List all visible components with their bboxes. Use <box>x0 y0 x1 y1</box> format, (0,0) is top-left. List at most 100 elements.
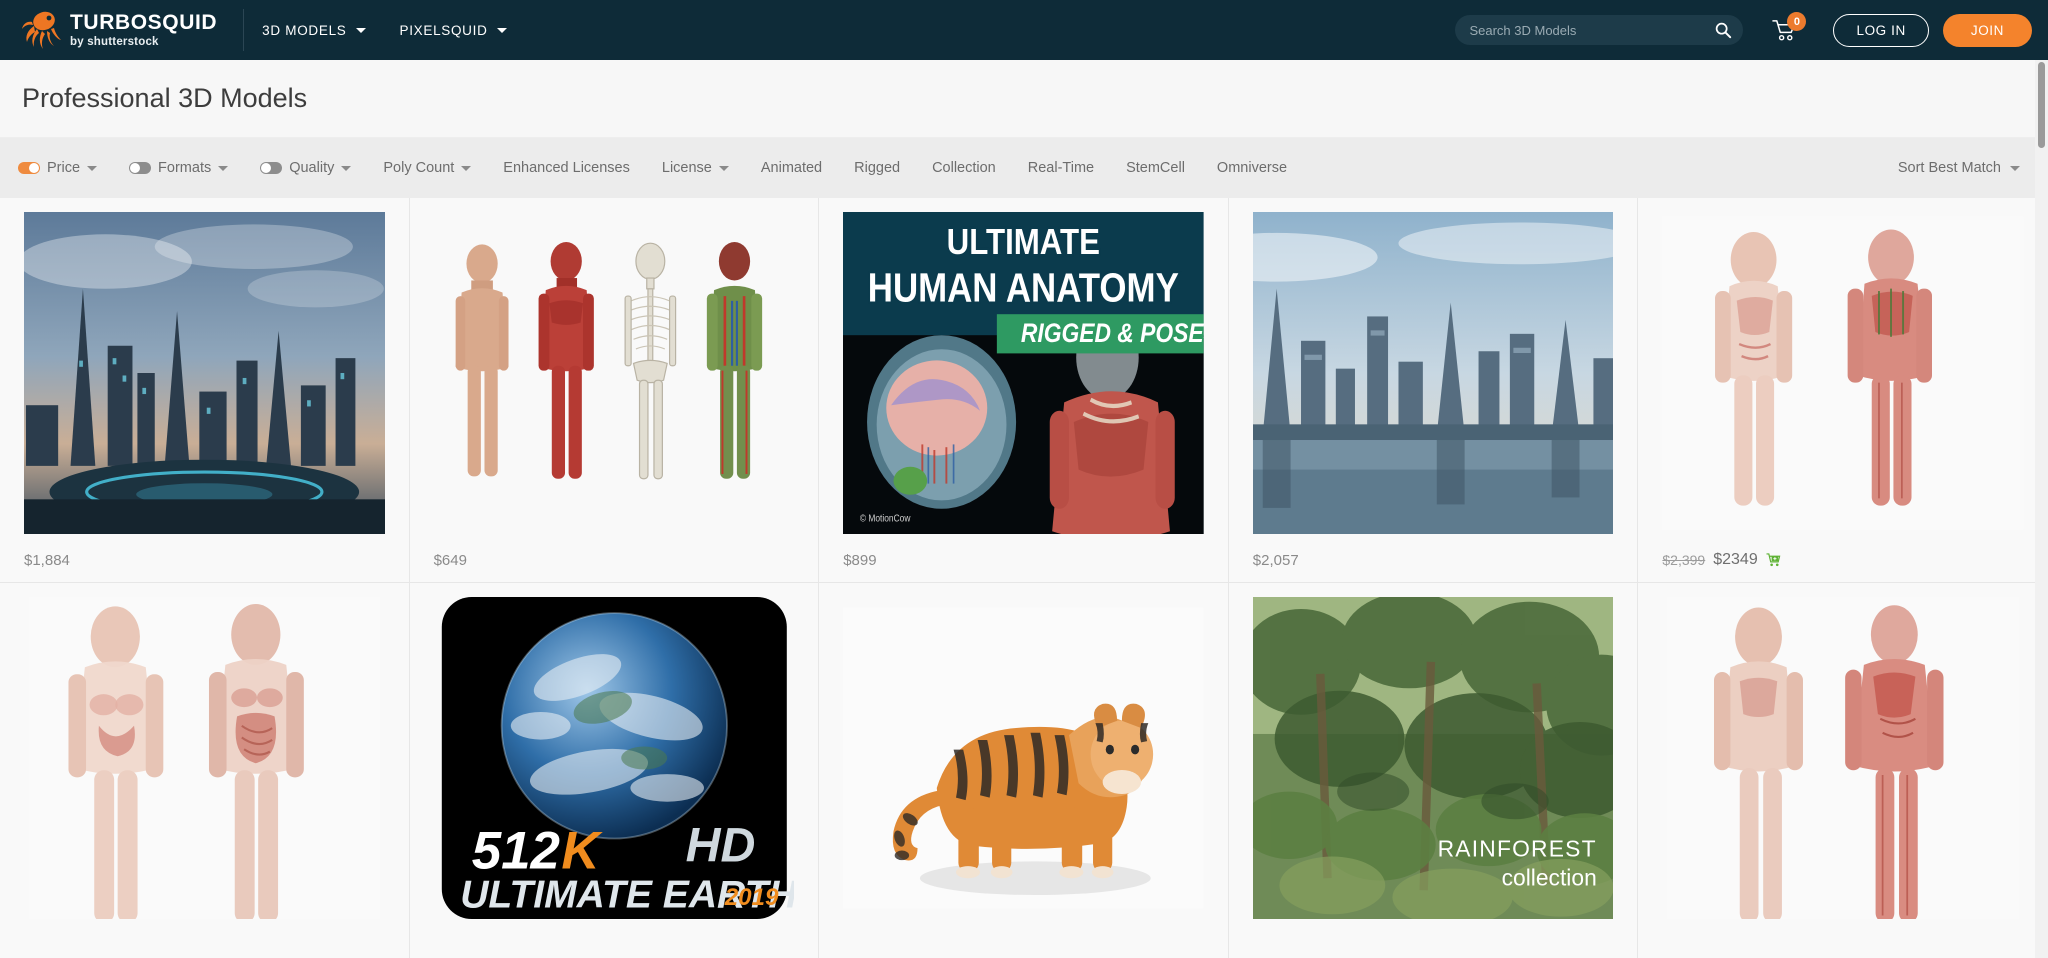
product-card-futuristic-city-night[interactable]: $1,884 <box>0 198 410 583</box>
product-card-anatomy-internal-organs[interactable] <box>0 583 410 958</box>
filter-quality[interactable]: Quality <box>260 160 352 176</box>
page-title-bar: Professional 3D Models <box>0 60 2048 138</box>
filter-real-time[interactable]: Real-Time <box>1028 160 1094 176</box>
product-thumbnail <box>819 583 1228 923</box>
svg-text:RIGGED & POSES: RIGGED & POSES <box>1021 320 1204 349</box>
product-thumbnail <box>0 583 409 923</box>
site-header: TURBOSQUID by shutterstock 3D MODELS PIX… <box>0 0 2048 60</box>
join-button[interactable]: JOIN <box>1942 13 2032 47</box>
squid-icon <box>22 8 62 52</box>
chevron-down-icon <box>218 165 229 171</box>
product-price-row: $899 <box>819 538 1228 582</box>
filter-enhanced-licenses[interactable]: Enhanced Licenses <box>503 160 630 176</box>
filter-stemcell[interactable]: StemCell <box>1126 160 1185 176</box>
product-price-row: $1,884 <box>0 538 409 582</box>
filter-license[interactable]: License <box>662 160 729 176</box>
filter-label: Formats <box>158 160 212 176</box>
filter-label: Quality <box>289 160 335 176</box>
product-grid: $1,884 $649 RIGGED & POSES ULTIMATE HUMA… <box>0 198 2048 958</box>
filter-label: Poly Count <box>383 160 455 176</box>
header-actions: 0 LOG IN JOIN <box>1455 0 2032 60</box>
product-card-ultimate-human-anatomy[interactable]: RIGGED & POSES ULTIMATE HUMAN ANATOMY © … <box>819 198 1229 583</box>
product-thumbnail <box>1638 198 2048 538</box>
svg-text:HD: HD <box>685 819 755 873</box>
chevron-down-icon <box>341 165 352 171</box>
page-title: Professional 3D Models <box>22 83 308 113</box>
svg-text:RAINFOREST: RAINFOREST <box>1437 836 1596 862</box>
product-card-anatomy-muscular-pair[interactable] <box>1638 583 2048 958</box>
product-card-human-anatomy-figures[interactable]: $649 <box>409 198 820 583</box>
toggle-switch[interactable] <box>18 162 40 174</box>
filter-bar: Price Formats Quality Poly Count Enhanced Li… <box>0 138 2048 198</box>
filter-label: Rigged <box>854 160 901 176</box>
product-price-row: $649 <box>410 538 819 582</box>
header-divider <box>243 9 245 51</box>
nav-item-3d-models[interactable]: 3D MODELS <box>262 22 366 38</box>
nav-item-pixelsquid[interactable]: PIXELSQUID <box>400 23 507 38</box>
svg-text:2019: 2019 <box>723 884 778 911</box>
product-price-original: $2,399 <box>1662 552 1706 568</box>
filter-animated[interactable]: Animated <box>761 160 822 176</box>
nav-label: PIXELSQUID <box>399 22 488 38</box>
logo-title: TURBOSQUID <box>70 11 218 34</box>
logo-subtitle: by shutterstock <box>70 36 159 48</box>
product-thumbnail: 512 K HD ULTIMATE EARTH 2019 <box>410 583 819 923</box>
login-button[interactable]: LOG IN <box>1833 13 1929 47</box>
product-price-row <box>0 923 409 958</box>
filter-poly-count[interactable]: Poly Count <box>383 160 472 176</box>
search-input[interactable] <box>1469 22 1700 38</box>
filter-formats[interactable]: Formats <box>129 160 229 176</box>
chevron-down-icon <box>2010 165 2020 171</box>
svg-text:collection: collection <box>1501 864 1596 890</box>
filter-label: Collection <box>932 160 996 176</box>
toggle-switch[interactable] <box>260 162 283 174</box>
product-thumbnail: RAINFOREST collection <box>1229 583 1638 923</box>
product-price-row <box>1638 923 2048 958</box>
filter-price[interactable]: Price <box>18 160 98 176</box>
toggle-switch[interactable] <box>129 162 152 174</box>
svg-text:HUMAN ANATOMY: HUMAN ANATOMY <box>868 266 1179 311</box>
chevron-down-icon <box>718 165 729 171</box>
product-price: $2349 <box>1713 551 1758 568</box>
filter-label: Price <box>47 160 81 176</box>
svg-text:ULTIMATE: ULTIMATE <box>947 222 1100 263</box>
chevron-down-icon <box>355 27 366 33</box>
product-price-row <box>410 923 819 958</box>
cart-count-badge: 0 <box>1787 12 1807 31</box>
product-thumbnail <box>1229 198 1638 538</box>
product-price: $1,884 <box>24 551 70 569</box>
filter-rigged[interactable]: Rigged <box>854 160 900 176</box>
logo[interactable]: TURBOSQUID by shutterstock <box>0 8 217 52</box>
filter-label: Real-Time <box>1027 160 1095 176</box>
filter-collection[interactable]: Collection <box>932 160 996 176</box>
search-icon[interactable] <box>1713 20 1733 40</box>
filter-omniverse[interactable]: Omniverse <box>1217 160 1287 176</box>
product-card-bengal-tiger[interactable] <box>819 583 1229 958</box>
sort-dropdown[interactable]: Sort Best Match <box>1898 160 2020 176</box>
filter-label: License <box>661 160 712 176</box>
add-to-cart-icon[interactable] <box>1766 553 1781 567</box>
filter-label: StemCell <box>1126 160 1185 176</box>
scrollbar-track[interactable] <box>2035 60 2048 958</box>
product-price: $2,057 <box>1252 551 1299 569</box>
product-card-anatomy-male-female-pair[interactable]: $2,399 $2349 <box>1638 198 2048 583</box>
filter-label: Animated <box>760 160 823 176</box>
scrollbar-thumb[interactable] <box>2038 62 2045 148</box>
product-thumbnail: RIGGED & POSES ULTIMATE HUMAN ANATOMY © … <box>819 198 1228 538</box>
product-thumbnail <box>1638 583 2048 923</box>
product-price-row <box>819 923 1228 958</box>
product-thumbnail <box>0 198 409 538</box>
filter-label: Omniverse <box>1216 160 1288 176</box>
product-card-ultimate-earth-512k[interactable]: 512 K HD ULTIMATE EARTH 2019 <box>409 583 820 958</box>
nav-label: 3D MODELS <box>262 22 347 38</box>
product-card-rainforest-collection[interactable]: RAINFOREST collection <box>1228 583 1639 958</box>
search-box[interactable] <box>1455 15 1744 45</box>
chevron-down-icon <box>461 165 472 171</box>
product-price-row: $2,399 $2349 <box>1638 538 2048 582</box>
cart-button[interactable]: 0 <box>1769 12 1807 45</box>
svg-text:512: 512 <box>471 821 559 880</box>
chevron-down-icon <box>496 27 507 33</box>
product-price: $899 <box>843 551 877 569</box>
sort-label: Sort Best Match <box>1897 160 2001 176</box>
product-card-futuristic-city-waterfront[interactable]: $2,057 <box>1228 198 1639 583</box>
